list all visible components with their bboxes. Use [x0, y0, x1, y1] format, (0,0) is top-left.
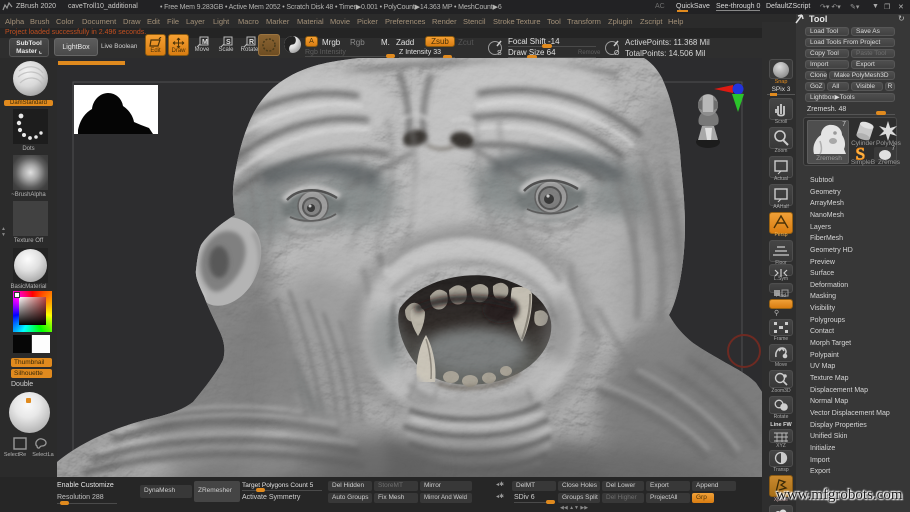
- svg-text:R: R: [249, 39, 254, 46]
- svg-text:S: S: [226, 39, 231, 46]
- svg-text:M: M: [202, 39, 208, 46]
- svg-text:S: S: [497, 50, 502, 56]
- svg-text:O: O: [614, 50, 620, 56]
